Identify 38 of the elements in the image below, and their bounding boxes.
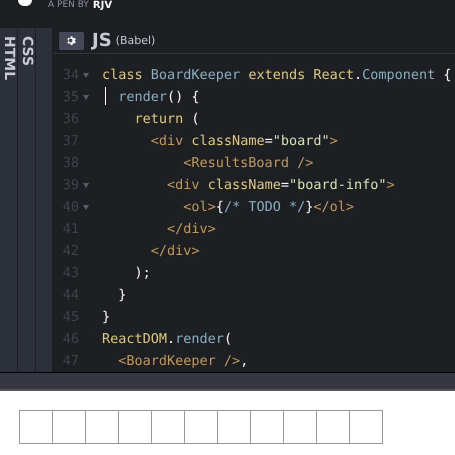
code-line: render() { bbox=[118, 89, 200, 105]
editor-subtitle: (Babel) bbox=[116, 34, 156, 47]
fold-arrow-icon[interactable] bbox=[83, 72, 89, 78]
board-square bbox=[283, 410, 317, 444]
board-square bbox=[184, 410, 218, 444]
board-square bbox=[52, 410, 86, 444]
board-square bbox=[19, 410, 53, 444]
editor-title: JS bbox=[92, 30, 112, 52]
code-line: <ol>{/* TODO */}</ol> bbox=[183, 199, 354, 215]
code-line: </div> bbox=[167, 221, 216, 237]
code-line: <div className="board-info"> bbox=[167, 177, 395, 193]
code-line: <div className="board"> bbox=[150, 133, 338, 149]
gear-icon bbox=[66, 35, 77, 46]
settings-button[interactable] bbox=[59, 32, 84, 50]
board-square bbox=[118, 410, 152, 444]
code-line: <BoardKeeper />, bbox=[118, 353, 248, 369]
code-line: <ResultsBoard /> bbox=[183, 155, 314, 171]
board-square bbox=[151, 410, 185, 444]
code-line: return ( bbox=[134, 111, 200, 127]
code-line: ReactDOM.render( bbox=[102, 331, 232, 347]
code-line: ); bbox=[134, 265, 151, 281]
editor-tab[interactable]: CSS bbox=[18, 28, 36, 372]
fold-arrow-icon[interactable] bbox=[83, 204, 89, 210]
fold-arrow-icon[interactable] bbox=[83, 182, 89, 188]
logo-icon bbox=[18, 0, 32, 6]
byline-label: A PEN BY bbox=[48, 0, 89, 11]
code-line: </div> bbox=[150, 243, 200, 259]
board-square bbox=[85, 410, 119, 444]
board-square bbox=[349, 410, 383, 444]
code-line: class BoardKeeper extends React.Component { bbox=[102, 67, 452, 83]
board-square bbox=[250, 410, 284, 444]
fold-arrow-icon[interactable] bbox=[83, 94, 89, 100]
board-square bbox=[316, 410, 350, 444]
board-square bbox=[217, 410, 251, 444]
code-line: } bbox=[102, 309, 110, 325]
author-link[interactable]: RJV bbox=[92, 0, 112, 11]
code-line: } bbox=[118, 287, 126, 303]
editor-tab[interactable]: HTML bbox=[0, 28, 18, 372]
